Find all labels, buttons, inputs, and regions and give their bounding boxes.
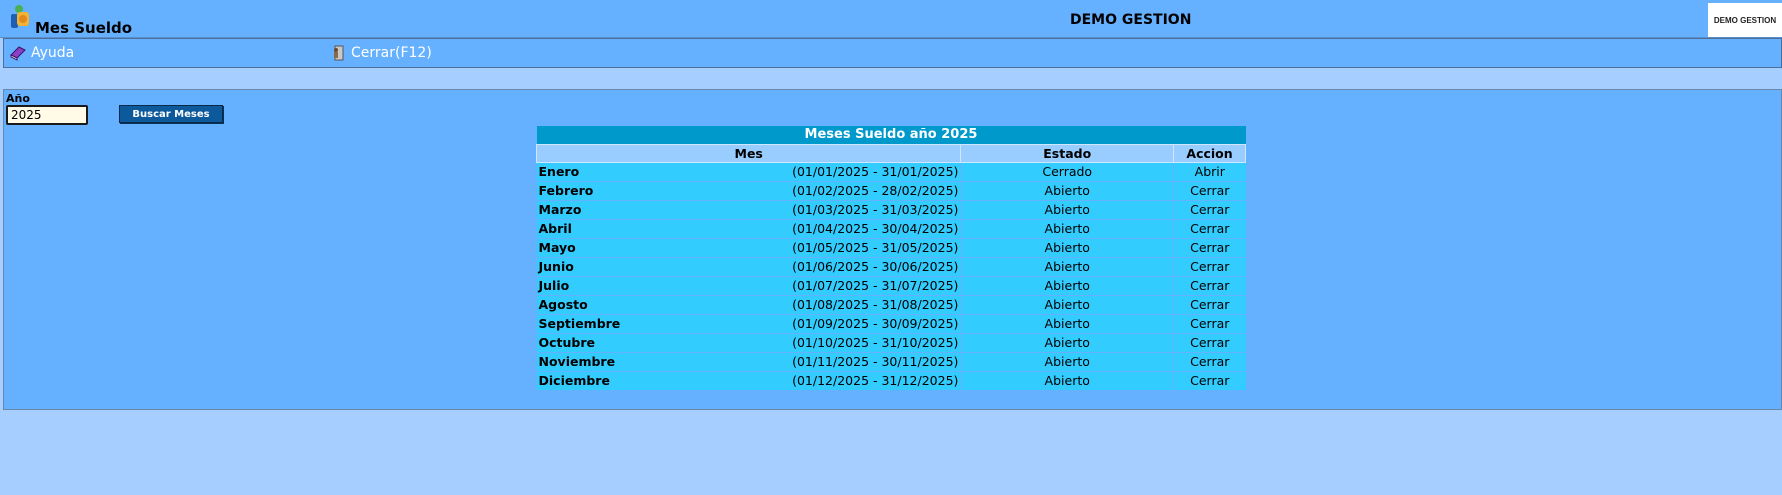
month-cell: Julio (01/07/2025 - 31/07/2025) (536, 276, 962, 296)
month-status: Abierto (960, 371, 1175, 391)
title-bar: Mes Sueldo DEMO GESTION DEMO GESTION (0, 0, 1782, 38)
table-row: Diciembre (01/12/2025 - 31/12/2025) Abiert… (536, 371, 1246, 391)
month-cell: Marzo (01/03/2025 - 31/03/2025) (536, 200, 962, 220)
month-cell: Agosto (01/08/2025 - 31/08/2025) (536, 295, 962, 315)
help-menu-item[interactable]: Ayuda (9, 39, 74, 67)
month-status: Abierto (960, 276, 1175, 296)
close-menu-item[interactable]: Cerrar(F12) (329, 39, 432, 67)
help-book-icon (9, 44, 27, 62)
month-range: (01/03/2025 - 31/03/2025) (792, 202, 959, 217)
month-name: Marzo (538, 202, 582, 217)
month-name: Abril (538, 221, 572, 236)
month-status: Abierto (960, 200, 1175, 220)
table-row: Septiembre (01/09/2025 - 30/09/2025) Abier… (536, 314, 1246, 334)
month-name: Diciembre (538, 373, 610, 388)
month-action-link[interactable]: Cerrar (1173, 295, 1246, 315)
month-name: Febrero (538, 183, 594, 198)
month-cell: Octubre (01/10/2025 - 31/10/2025) (536, 333, 962, 353)
table-row: Febrero (01/02/2025 - 28/02/2025) Abierto C… (536, 181, 1246, 201)
company-name: DEMO GESTION (1070, 12, 1192, 28)
month-action-link[interactable]: Cerrar (1173, 238, 1246, 258)
month-range: (01/08/2025 - 31/08/2025) (792, 297, 959, 312)
month-range: (01/11/2025 - 30/11/2025) (792, 354, 959, 369)
month-cell: Diciembre (01/12/2025 - 31/12/2025) (536, 371, 962, 391)
table-caption: Meses Sueldo año 2025 (536, 126, 1246, 144)
month-action-link[interactable]: Cerrar (1173, 219, 1246, 239)
month-action-link[interactable]: Cerrar (1173, 200, 1246, 220)
column-header-estado: Estado (960, 143, 1175, 163)
search-months-button[interactable]: Buscar Meses (119, 105, 223, 123)
month-status: Abierto (960, 257, 1175, 277)
exit-door-icon (329, 44, 347, 62)
month-cell: Junio (01/06/2025 - 30/06/2025) (536, 257, 962, 277)
table-row: Enero (01/01/2025 - 31/01/2025) Cerrado Abr… (536, 162, 1246, 182)
column-header-accion: Accion (1173, 143, 1246, 163)
month-status: Abierto (960, 352, 1175, 372)
month-range: (01/05/2025 - 31/05/2025) (792, 240, 959, 255)
month-action-link[interactable]: Cerrar (1173, 314, 1246, 334)
company-logo: DEMO GESTION (1708, 3, 1782, 37)
table-row: Octubre (01/10/2025 - 31/10/2025) Abierto C… (536, 333, 1246, 353)
month-status: Abierto (960, 333, 1175, 353)
column-header-mes: Mes (535, 143, 962, 163)
month-range: (01/09/2025 - 30/09/2025) (792, 316, 959, 331)
month-range: (01/07/2025 - 31/07/2025) (792, 278, 959, 293)
month-action-link[interactable]: Cerrar (1173, 257, 1246, 277)
month-action-link[interactable]: Cerrar (1173, 352, 1246, 372)
payroll-app-icon (8, 4, 32, 32)
month-name: Enero (538, 164, 580, 179)
month-action-link[interactable]: Abrir (1173, 162, 1246, 182)
month-range: (01/06/2025 - 30/06/2025) (792, 259, 959, 274)
table-row: Julio (01/07/2025 - 31/07/2025) Abierto Cer… (536, 276, 1246, 296)
page-title: Mes Sueldo (35, 19, 133, 37)
month-cell: Septiembre (01/09/2025 - 30/09/2025) (536, 314, 962, 334)
month-status: Cerrado (960, 162, 1175, 182)
month-name: Agosto (538, 297, 588, 312)
table-row: Mayo (01/05/2025 - 31/05/2025) Abierto Cerr… (536, 238, 1246, 258)
month-status: Abierto (960, 314, 1175, 334)
month-name: Junio (538, 259, 574, 274)
month-action-link[interactable]: Cerrar (1173, 333, 1246, 353)
month-name: Julio (538, 278, 570, 293)
month-name: Septiembre (538, 316, 621, 331)
month-name: Mayo (538, 240, 576, 255)
month-action-link[interactable]: Cerrar (1173, 371, 1246, 391)
table-row: Marzo (01/03/2025 - 31/03/2025) Abierto Cer… (536, 200, 1246, 220)
month-range: (01/01/2025 - 31/01/2025) (792, 164, 959, 179)
month-action-link[interactable]: Cerrar (1173, 276, 1246, 296)
menu-bar: Ayuda Cerrar(F12) (3, 38, 1782, 68)
month-status: Abierto (960, 181, 1175, 201)
table-row: Agosto (01/08/2025 - 31/08/2025) Abierto Ce… (536, 295, 1246, 315)
table-row: Junio (01/06/2025 - 30/06/2025) Abierto Cer… (536, 257, 1246, 277)
month-status: Abierto (960, 295, 1175, 315)
month-cell: Abril (01/04/2025 - 30/04/2025) (536, 219, 962, 239)
month-status: Abierto (960, 219, 1175, 239)
month-range: (01/02/2025 - 28/02/2025) (792, 183, 959, 198)
month-cell: Noviembre (01/11/2025 - 30/11/2025) (536, 352, 962, 372)
month-name: Octubre (538, 335, 596, 350)
months-table-body: Enero (01/01/2025 - 31/01/2025) Cerrado Abr… (536, 162, 1246, 391)
close-menu-label: Cerrar(F12) (351, 45, 432, 61)
month-cell: Mayo (01/05/2025 - 31/05/2025) (536, 238, 962, 258)
table-row: Noviembre (01/11/2025 - 30/11/2025) Abiert… (536, 352, 1246, 372)
table-row: Abril (01/04/2025 - 30/04/2025) Abierto Cer… (536, 219, 1246, 239)
months-table: Meses Sueldo año 2025 Mes Estado Accion … (535, 126, 1246, 391)
year-input[interactable] (6, 105, 88, 125)
month-cell: Febrero (01/02/2025 - 28/02/2025) (536, 181, 962, 201)
year-label: Año (6, 92, 30, 105)
month-name: Noviembre (538, 354, 616, 369)
month-cell: Enero (01/01/2025 - 31/01/2025) (536, 162, 962, 182)
month-range: (01/10/2025 - 31/10/2025) (792, 335, 959, 350)
month-status: Abierto (960, 238, 1175, 258)
month-action-link[interactable]: Cerrar (1173, 181, 1246, 201)
help-menu-label: Ayuda (31, 45, 75, 61)
month-range: (01/12/2025 - 31/12/2025) (792, 373, 959, 388)
month-range: (01/04/2025 - 30/04/2025) (792, 221, 959, 236)
